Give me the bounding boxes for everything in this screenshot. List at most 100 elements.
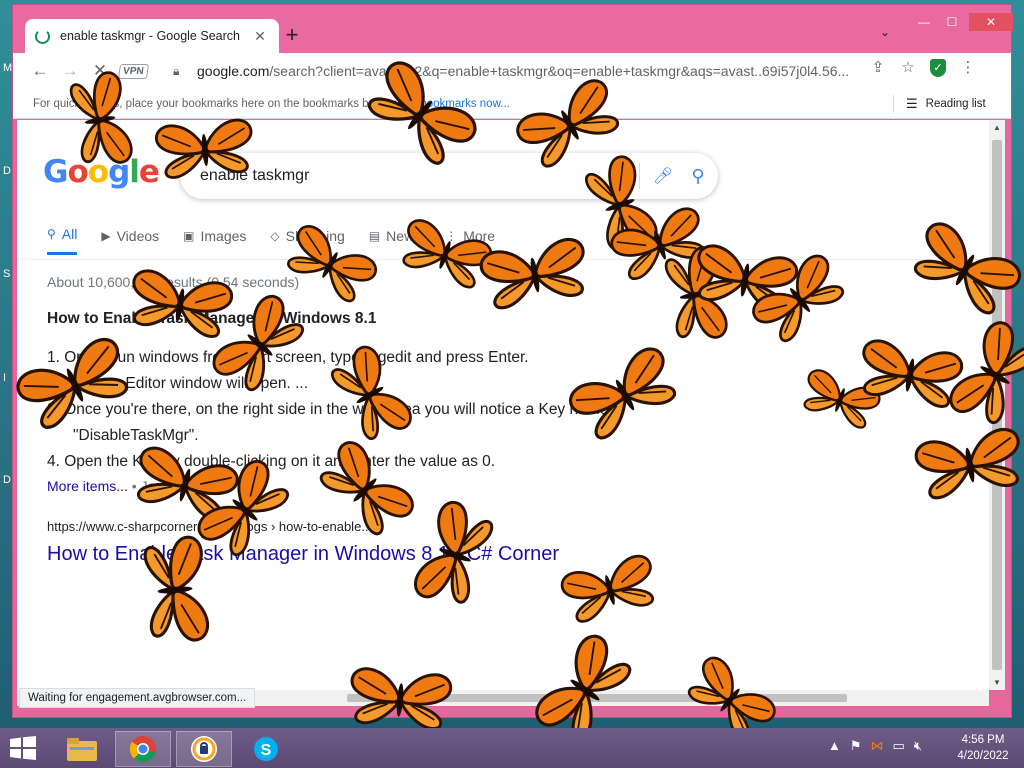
scroll-down-icon[interactable]: ▼ [989,678,1005,687]
reading-list-button[interactable]: ☰ Reading list [906,96,986,112]
search-tabs: ⚲ All ▶ Videos ▣ Images ◇ Shopping ▤ News ⋮ Mo… [47,226,696,255]
address-bar[interactable]: 🔒︎ google.com/search?client=avast-a-2&q=… [173,57,968,85]
bookmarks-bar: For quick access, place your bookmarks h… [13,89,1011,119]
new-tab-button[interactable]: + [279,23,305,49]
scrollbar-thumb[interactable] [992,140,1002,670]
loading-spinner-icon [35,28,50,44]
search-icon: ⚲ [47,227,56,241]
play-icon: ▶ [101,228,111,243]
tab-active[interactable]: enable taskmgr - Google Search ✕ [25,19,279,53]
maximize-button[interactable]: ☐ [941,13,963,31]
tab-images[interactable]: ▣ Images [183,226,246,255]
kebab-menu-icon[interactable]: ⋮ [953,53,983,83]
list-item: 3. Once you're there, on the right side … [47,401,617,418]
butterfly-tray-icon[interactable]: ⋈ [871,738,884,754]
tab-more[interactable]: ⋮ More [445,226,495,255]
list-item: "DisableTaskMgr". [73,427,199,444]
vpn-badge[interactable]: VPN [117,63,149,79]
result-url[interactable]: https://www.c-sharpcorner.com › blogs › … [47,519,372,534]
tab-tools[interactable]: Tools [639,226,672,255]
reading-list-icon: ☰ [906,96,918,111]
stop-loading-icon[interactable]: ✕ [85,56,115,86]
list-item: 4. Open the Key by double-clicking on it… [47,453,496,470]
windows-start-icon[interactable] [8,736,38,760]
browser-toolbar: ← → ✕ VPN 🔒︎ google.com/search?client=av… [13,53,1011,89]
google-logo[interactable]: Google [43,154,160,190]
import-bookmarks-link[interactable]: Import bookmarks now... [385,98,510,110]
featured-snippet-title: How to Enable Task Manager in Windows 8.… [47,310,377,327]
desktop-icon-label: I [3,372,7,384]
page-content: Google enable taskmgr ✕ 🎤︎ ⚲ ⚲ All ▶ Video… [17,120,993,690]
chrome-icon[interactable] [115,731,171,767]
action-center-flag-icon[interactable]: ⚑ [850,738,862,754]
close-tab-icon[interactable]: ✕ [251,28,269,45]
tab-label: More [463,227,496,244]
search-icon[interactable]: ⚲ [678,166,718,187]
tab-title: enable taskmgr - Google Search [60,29,240,43]
horizontal-scrollbar-thumb[interactable] [347,694,847,702]
list-item: 2. Registry Editor window will open. ... [47,375,309,392]
reading-list-label: Reading list [925,98,986,110]
minimize-button[interactable]: — [913,13,935,31]
result-title-link[interactable]: How to Enable Task Manager in Windows 8.… [47,543,559,566]
status-bubble: Waiting for engagement.avgbrowser.com... [19,688,256,708]
back-arrow-icon[interactable]: ← [25,56,55,86]
system-tray: ▲ ⚑ ⋈ ▭ 🔇︎ [828,738,931,754]
tab-shopping[interactable]: ◇ Shopping [270,226,344,255]
url-host: google.com [197,63,270,79]
url-path: /search?client=avast-a-2&q=enable+taskmg… [269,63,850,79]
show-hidden-icons-chevron-icon[interactable]: ▲ [828,738,841,754]
more-items-link[interactable]: More items... [47,478,128,494]
tab-label: Images [200,227,247,244]
clock[interactable]: 4:56 PM 4/20/2022 [948,732,1018,764]
taskbar: S ▲ ⚑ ⋈ ▭ 🔇︎ 4:56 PM 4/20/2022 [0,728,1024,768]
clear-icon[interactable]: ✕ [601,164,631,189]
tab-news[interactable]: ▤ News [369,226,421,255]
snippet-date: • Jan 29, 2022 [131,478,222,494]
avast-browser-icon[interactable] [176,731,232,767]
microphone-icon[interactable]: 🎤︎ [648,166,678,186]
file-explorer-icon[interactable] [54,731,110,767]
image-icon: ▣ [183,228,195,243]
list-item: 1. Open Run windows from Start screen, t… [47,349,529,366]
scroll-up-icon[interactable]: ▲ [989,123,1005,132]
search-input[interactable]: enable taskmgr [200,167,601,185]
desktop-icon-label: D [3,474,11,486]
bookmarks-hint-text: For quick access, place your bookmarks h… [33,98,382,110]
lock-icon[interactable]: 🔒︎ [173,64,191,79]
tab-label: All [61,226,78,242]
desktop-icon-label: D [3,165,11,177]
tag-icon: ◇ [270,228,280,243]
vertical-scrollbar[interactable]: ▲ ▼ [989,120,1005,690]
svg-text:S: S [261,742,272,759]
forward-arrow-icon[interactable]: → [55,56,85,86]
url-text[interactable]: google.com/search?client=avast-a-2&q=ena… [197,63,968,79]
share-icon[interactable]: ⇪ [863,53,893,83]
volume-muted-icon[interactable]: 🔇︎ [914,738,922,754]
more-dots-icon: ⋮ [445,228,458,243]
bookmarks-divider [893,95,894,113]
tabs-divider [17,259,993,260]
bookmarks-hint: For quick access, place your bookmarks h… [33,98,510,110]
star-icon[interactable]: ☆ [893,53,923,83]
tab-videos[interactable]: ▶ Videos [101,226,159,255]
search-box[interactable]: enable taskmgr ✕ 🎤︎ ⚲ [180,153,718,199]
clock-time: 4:56 PM [961,734,1005,746]
news-icon: ▤ [368,228,381,243]
clock-date: 4/20/2022 [957,750,1009,762]
tab-label: News [386,227,422,244]
tab-label: Shopping [285,227,345,244]
desktop-icon-label: S [3,268,11,280]
close-window-button[interactable]: ✕ [969,13,1013,31]
tab-all[interactable]: ⚲ All [47,226,78,255]
more-items-row: More items... • Jan 29, 2022 [47,478,222,494]
toolbar-actions: ⇪ ☆ ✓ ⋮ [863,53,983,83]
tab-label: Tools [639,227,672,244]
avast-shield-icon[interactable]: ✓ [930,59,946,77]
network-icon[interactable]: ▭ [893,738,905,754]
tab-label: Videos [116,227,160,244]
result-stats: About 10,600,000 results (0.54 seconds) [47,274,300,290]
tab-search-chevron-icon[interactable]: ⌄ [875,25,895,45]
skype-icon[interactable]: S [238,731,294,767]
tab-strip: enable taskmgr - Google Search ✕ + ⌄ — ☐… [13,5,1013,53]
